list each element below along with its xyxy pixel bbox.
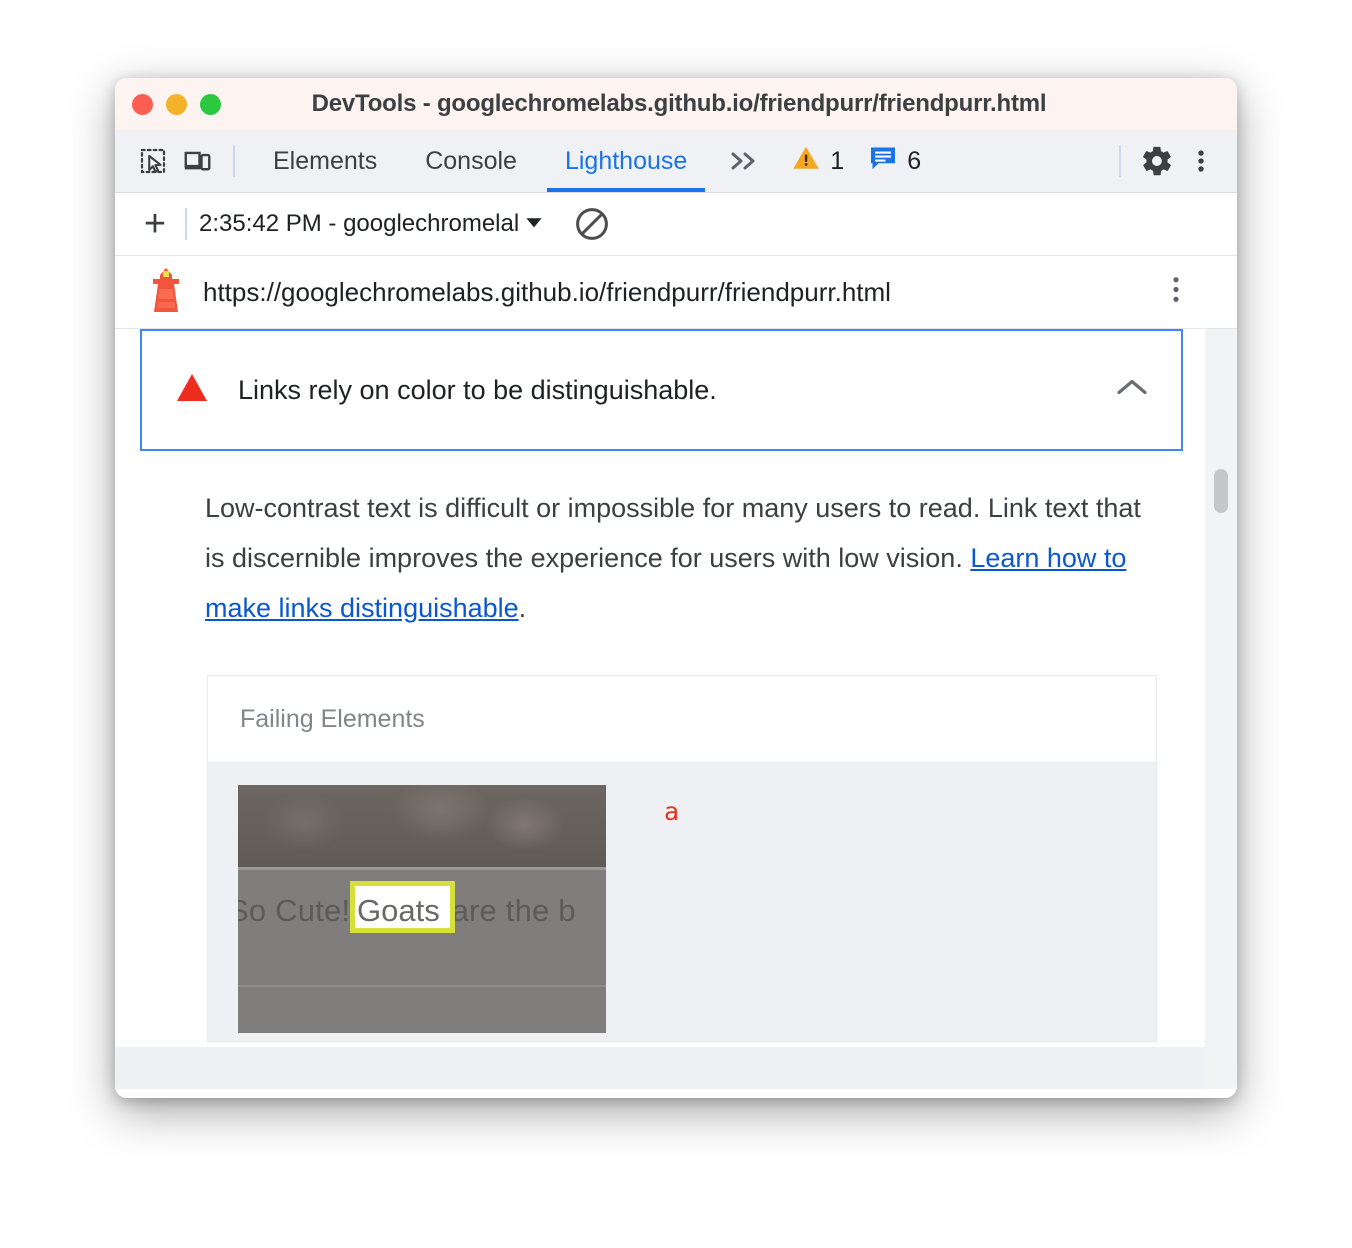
report-select[interactable]: 2:35:42 PM - googlechromelal — [199, 209, 547, 240]
warning-count: 1 — [830, 146, 845, 175]
inspect-element-icon[interactable] — [131, 141, 175, 181]
tab-elements[interactable]: Elements — [249, 130, 401, 192]
minimize-window-button[interactable] — [166, 93, 187, 115]
lh-toolbar-divider — [185, 208, 187, 240]
warning-counter[interactable]: 1 — [779, 143, 856, 180]
message-count: 6 — [907, 146, 922, 175]
tab-console[interactable]: Console — [401, 130, 541, 192]
window-titlebar: DevTools - googlechromelabs.github.io/fr… — [115, 78, 1237, 130]
clear-all-icon[interactable] — [573, 205, 611, 243]
devtools-tabstrip: Elements Console Lighthouse 1 6 — [115, 130, 1237, 193]
failing-elements-table: Failing Elements So Cute! Goats are the … — [207, 675, 1157, 1042]
report-bottom-fill — [115, 1047, 1205, 1089]
element-screenshot-thumbnail[interactable]: So Cute! Goats are the b Goats — [238, 785, 606, 1033]
warning-triangle-icon — [791, 143, 821, 180]
toolbar-divider-right — [1119, 145, 1121, 177]
tab-elements-label: Elements — [273, 146, 378, 175]
tab-lighthouse-label: Lighthouse — [564, 146, 688, 175]
scrollbar-thumb[interactable] — [1214, 469, 1228, 513]
tab-console-label: Console — [425, 146, 517, 175]
failing-elements-header: Failing Elements — [208, 676, 1156, 763]
report-kebab-menu-icon[interactable] — [1163, 274, 1189, 311]
kebab-menu-icon[interactable] — [1179, 141, 1223, 181]
lighthouse-run-toolbar: + 2:35:42 PM - googlechromelal — [115, 193, 1237, 256]
red-triangle-fail-icon — [174, 372, 210, 409]
close-window-button[interactable] — [132, 93, 153, 115]
audit-description-period: . — [518, 593, 527, 623]
highlighted-element-text: Goats — [357, 893, 440, 928]
traffic-light-group — [115, 93, 221, 115]
element-snippet[interactable]: a — [664, 797, 679, 826]
window-title: DevTools - googlechromelabs.github.io/fr… — [311, 90, 1047, 117]
report-header: https://googlechromelabs.github.io/frien… — [115, 256, 1237, 329]
devtools-window: DevTools - googlechromelabs.github.io/fr… — [115, 78, 1237, 1098]
message-bubble-icon — [868, 143, 898, 180]
report-url: https://googlechromelabs.github.io/frien… — [203, 276, 891, 307]
thumbnail-hero-image — [238, 785, 606, 867]
chevron-down-icon — [521, 209, 547, 240]
lighthouse-icon — [141, 266, 191, 318]
chevron-up-icon[interactable] — [1115, 376, 1149, 405]
report-vertical-scrollbar[interactable] — [1205, 329, 1237, 1089]
audit-header-card[interactable]: Links rely on color to be distinguishabl… — [140, 329, 1183, 451]
more-tabs-icon[interactable] — [711, 149, 779, 173]
failing-elements-header-label: Failing Elements — [240, 704, 425, 733]
report-content: Links rely on color to be distinguishabl… — [115, 329, 1205, 1089]
tab-lighthouse[interactable]: Lighthouse — [541, 130, 711, 192]
report-select-value: 2:35:42 PM - googlechromelal — [199, 210, 520, 237]
device-toolbar-icon[interactable] — [175, 141, 219, 181]
thumbnail-rule — [238, 985, 606, 987]
report-body: Links rely on color to be distinguishabl… — [115, 329, 1237, 1089]
gear-icon[interactable] — [1135, 141, 1179, 181]
toolbar-divider — [233, 145, 235, 177]
message-counter[interactable]: 6 — [856, 143, 933, 180]
table-row: So Cute! Goats are the b Goats a — [208, 763, 1156, 1041]
maximize-window-button[interactable] — [200, 93, 221, 115]
audit-title: Links rely on color to be distinguishabl… — [238, 374, 717, 405]
audit-description: Low-contrast text is difficult or imposs… — [205, 483, 1160, 633]
new-report-button[interactable]: + — [125, 205, 185, 243]
